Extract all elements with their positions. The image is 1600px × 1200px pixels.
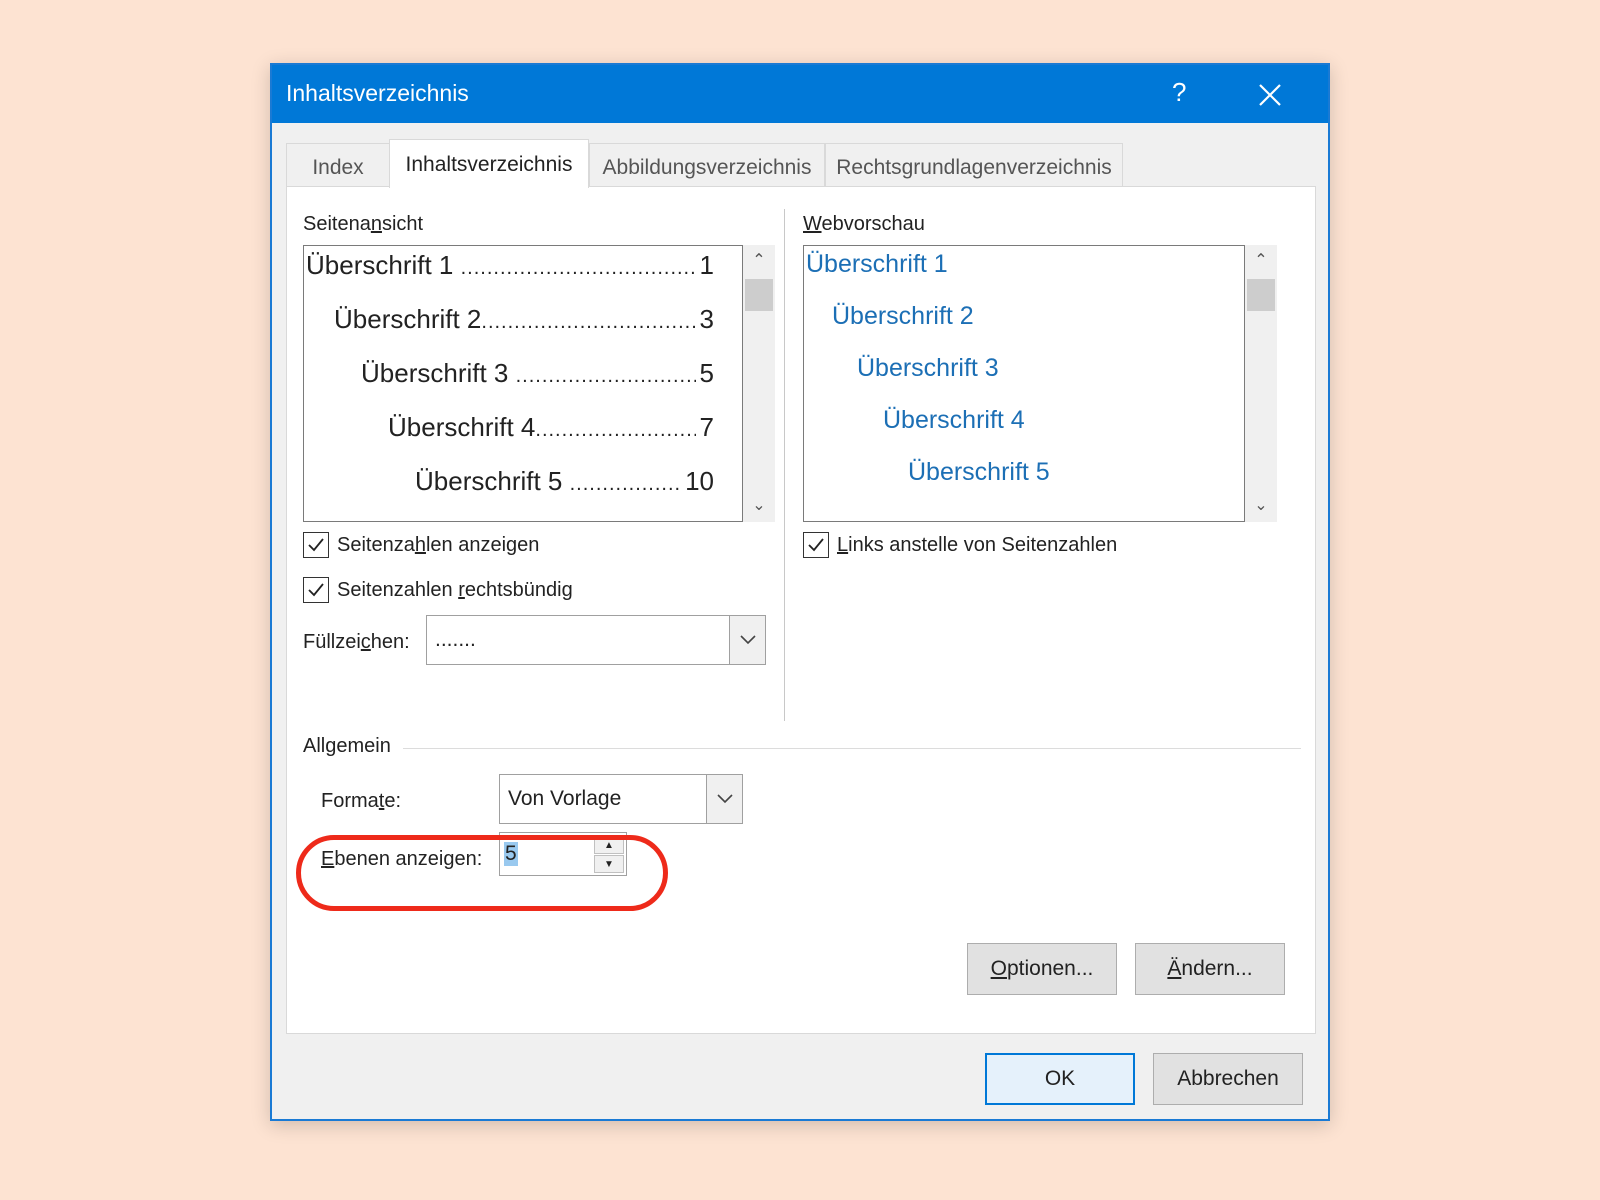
web-entry-3[interactable]: Überschrift 3: [857, 354, 999, 383]
scroll-thumb[interactable]: [745, 279, 773, 311]
ok-button[interactable]: OK: [985, 1053, 1135, 1105]
cancel-button[interactable]: Abbrechen: [1153, 1053, 1303, 1105]
close-button[interactable]: [1250, 75, 1290, 115]
web-preview-heading: Webvorschau: [803, 213, 925, 235]
scroll-down-icon[interactable]: ⌄: [1245, 490, 1277, 522]
general-heading: Allgemein: [303, 735, 391, 757]
leader-label: Füllzeichen:: [303, 631, 410, 653]
show-page-numbers-label: Seitenzahlen anzeigen: [337, 534, 540, 556]
print-preview-heading: Seitenansicht: [303, 213, 424, 235]
tab-panel: Seitenansicht Überschrift 1 ............…: [286, 186, 1316, 1034]
links-instead-checkbox[interactable]: [803, 532, 829, 558]
formats-label: Formate:: [321, 790, 402, 812]
links-instead-label: Links anstelle von Seitenzahlen: [837, 534, 1118, 556]
help-button[interactable]: ?: [1172, 77, 1186, 108]
checkmark-icon: [808, 538, 824, 552]
scroll-up-icon[interactable]: ⌃: [743, 245, 775, 277]
scroll-thumb[interactable]: [1247, 279, 1275, 311]
formats-select[interactable]: Von Vorlage: [499, 774, 743, 824]
close-icon: [1259, 84, 1281, 106]
chevron-down-icon: [717, 794, 733, 804]
toc-entry-1: Überschrift 1 ..........................…: [306, 250, 714, 280]
leader-dropdown-button[interactable]: [729, 616, 765, 664]
levels-spinner[interactable]: 5 ▲ ▼: [499, 832, 627, 876]
levels-value[interactable]: 5: [504, 842, 518, 866]
web-entry-4[interactable]: Überschrift 4: [883, 406, 1025, 435]
toc-entry-5: Überschrift 5 ..........................…: [415, 466, 714, 496]
web-entry-2[interactable]: Überschrift 2: [832, 302, 974, 331]
web-preview-box: Überschrift 1 Überschrift 2 Überschrift …: [803, 245, 1245, 522]
toc-entry-4: Überschrift 4...........................…: [388, 412, 714, 442]
chevron-down-icon: [740, 635, 756, 645]
toc-entry-3: Überschrift 3 ..........................…: [361, 358, 714, 388]
tab-figures[interactable]: Abbildungsverzeichnis: [589, 143, 825, 188]
general-divider: [403, 748, 1301, 749]
title-bar: Inhaltsverzeichnis ?: [272, 65, 1328, 123]
leader-select[interactable]: .......: [426, 615, 766, 665]
scroll-down-icon[interactable]: ⌄: [743, 490, 775, 522]
leader-value: .......: [435, 628, 476, 651]
web-entry-5[interactable]: Überschrift 5: [908, 458, 1050, 487]
right-align-label: Seitenzahlen rechtsbündig: [337, 579, 573, 601]
modify-button[interactable]: Ändern...: [1135, 943, 1285, 995]
options-button[interactable]: Optionen...: [967, 943, 1117, 995]
levels-label: Ebenen anzeigen:: [321, 848, 483, 870]
formats-dropdown-button[interactable]: [706, 775, 742, 823]
formats-value: Von Vorlage: [508, 787, 622, 810]
tab-toc[interactable]: Inhaltsverzeichnis: [389, 139, 589, 188]
web-entry-1[interactable]: Überschrift 1: [806, 250, 948, 279]
spin-down-icon[interactable]: ▼: [594, 855, 624, 873]
toc-entry-2: Überschrift 2...........................…: [334, 304, 714, 334]
tab-authorities[interactable]: Rechtsgrundlagenverzeichnis: [825, 143, 1123, 188]
scroll-up-icon[interactable]: ⌃: [1245, 245, 1277, 277]
show-page-numbers-checkbox[interactable]: [303, 532, 329, 558]
column-divider: [784, 209, 785, 721]
toc-dialog: Inhaltsverzeichnis ? Index Inhaltsverzei…: [270, 63, 1330, 1121]
tab-index[interactable]: Index: [286, 143, 390, 188]
web-preview-scrollbar[interactable]: ⌃ ⌄: [1245, 245, 1277, 522]
checkmark-icon: [308, 538, 324, 552]
print-preview-scrollbar[interactable]: ⌃ ⌄: [743, 245, 775, 522]
checkmark-icon: [308, 583, 324, 597]
print-preview-box: Überschrift 1 ..........................…: [303, 245, 743, 522]
spin-up-icon[interactable]: ▲: [594, 836, 624, 854]
dialog-title: Inhaltsverzeichnis: [286, 80, 469, 106]
right-align-checkbox[interactable]: [303, 577, 329, 603]
